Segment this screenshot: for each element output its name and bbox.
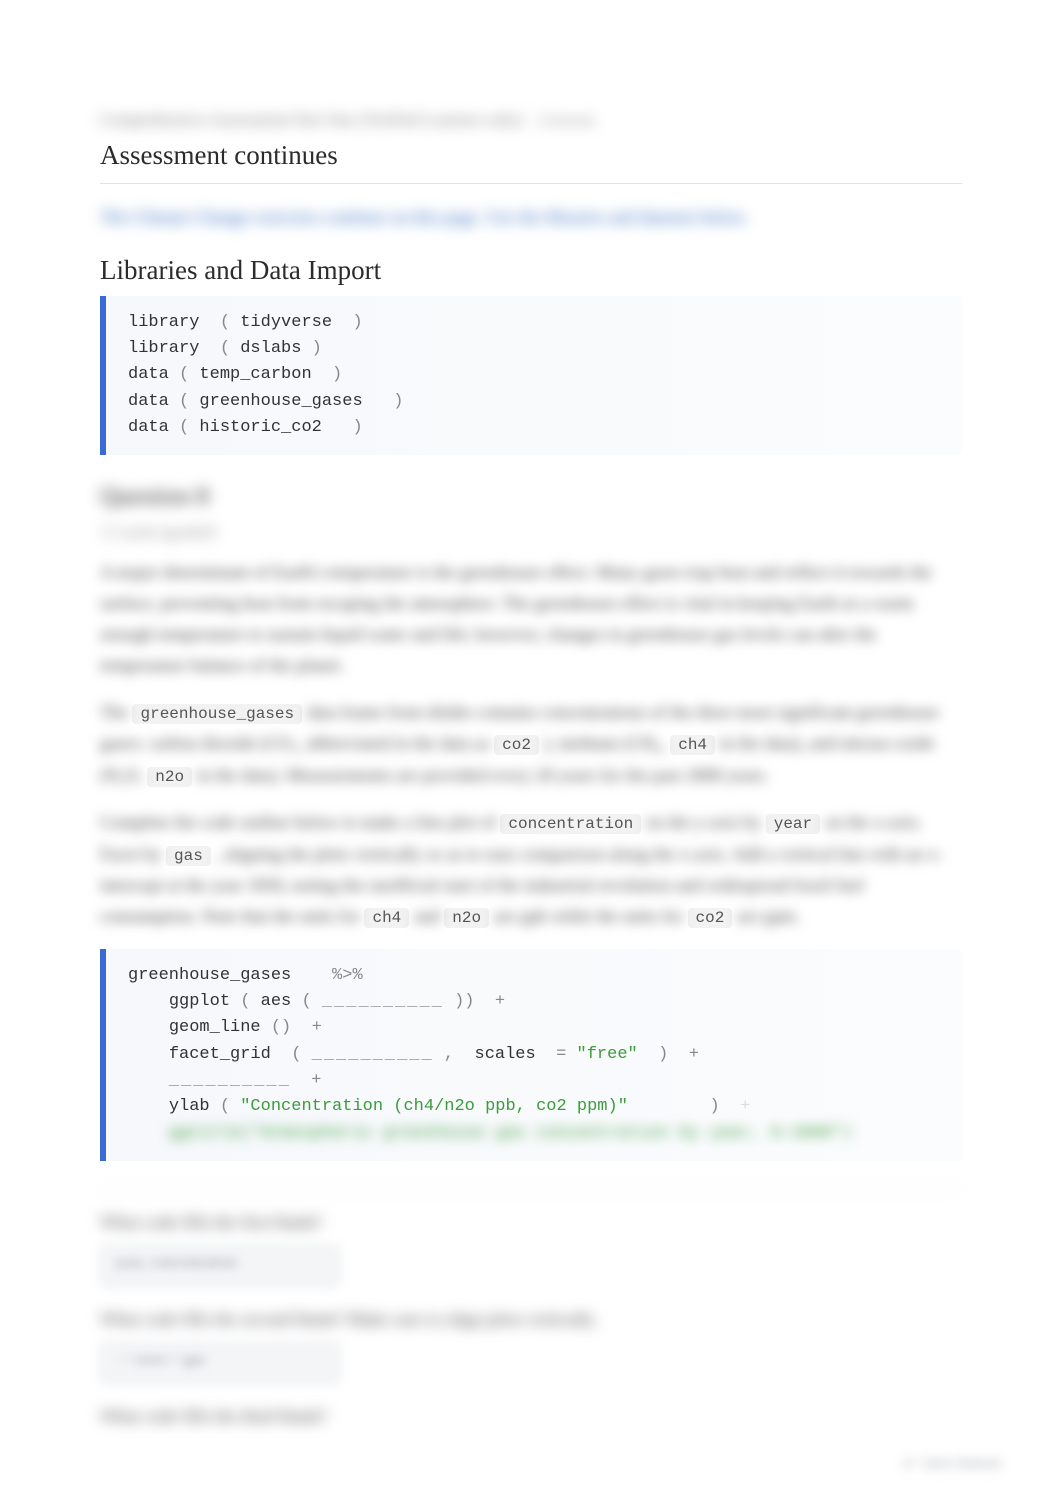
blank-3: __________ [169,1071,291,1090]
fn-geom-line: geom_line [169,1018,261,1037]
prompt-3: What code fills the third blank? [100,1406,962,1427]
chip-n2o-2nd: n2o [444,908,489,928]
str-free: "free" [577,1045,638,1064]
chip-co2: co2 [494,735,539,755]
arg-tidyverse: tidyverse [240,313,332,332]
chip-n2o: n2o [147,767,192,787]
meta-tag: | External [537,113,595,130]
ggtitle-faint: ggtitle("Atmospheric greenhouse gas conc… [169,1124,853,1143]
arg-greenhouse-gases: greenhouse_gases [199,392,362,411]
chip-ch4-2nd: ch4 [364,908,409,928]
op-pipe: %>% [332,966,363,985]
meta-row: Comprehensive Assessment Part One (Verif… [100,110,962,130]
meta-title: Comprehensive Assessment Part One (Verif… [100,110,523,130]
chip-co2-2nd: co2 [688,908,733,928]
fn-data: data [128,365,169,384]
arg-scales: scales [475,1045,536,1064]
fn-library: library [128,313,199,332]
check-icon: ✔ [903,1455,916,1474]
prompt-1: What code fills the first blank? [100,1212,962,1233]
intro-note: The Climate Change exercises continue on… [100,202,962,233]
question-heading: Question 8 [100,483,962,511]
save-note: ✔ ✔ Save Answer Save Answer [903,1455,1002,1474]
fn-data: data [128,392,169,411]
paragraph-dataset: The greenhouse_gases data frame from dsl… [100,697,962,792]
blank-2: __________ [312,1045,434,1064]
para1-text: A major determinant of Earth's temperatu… [100,562,932,675]
points-label: 1/1 point (graded) [100,519,962,547]
fn-data: data [128,418,169,437]
fn-ggplot: ggplot [169,992,230,1011]
paragraph-overview: A major determinant of Earth's temperatu… [100,557,962,681]
code-block-setup: library ( tidyverse ) library ( dslabs )… [100,296,962,456]
fn-library: library [128,339,199,358]
str-ylab: "Concentration (ch4/n2o ppb, co2 ppm)" [240,1097,628,1116]
fn-facet-grid: facet_grid [169,1045,271,1064]
arg-historic-co2: historic_co2 [199,418,321,437]
libraries-heading: Libraries and Data Import [100,255,962,286]
id-greenhouse-gases: greenhouse_gases [128,966,291,985]
document-page: Comprehensive Assessment Part One (Verif… [0,0,1062,1504]
chip-greenhouse-gases: greenhouse_gases [132,704,302,724]
paragraph-instructions: Complete the code outline below to make … [100,807,962,933]
chip-year: year [766,814,820,834]
arg-dslabs: dslabs [240,339,301,358]
chip-gas: gas [166,846,211,866]
answer-input-2[interactable]: . ~ rows = gas [100,1342,340,1384]
blank-1: __________ [322,992,444,1011]
chip-ch4: ch4 [670,735,715,755]
arg-temp-carbon: temp_carbon [199,365,311,384]
chip-concentration: concentration [500,814,641,834]
fn-aes: aes [261,992,292,1011]
divider [100,183,962,184]
section-title: Assessment continues [100,140,962,171]
divider [100,1189,962,1190]
code-block-plot: greenhouse_gases %>% ggplot ( aes ( ____… [100,949,962,1161]
answer-input-1[interactable]: year, concentration [100,1245,340,1287]
fn-ylab: ylab [169,1097,210,1116]
prompt-2: What code fills the second blank? Make s… [100,1309,962,1330]
